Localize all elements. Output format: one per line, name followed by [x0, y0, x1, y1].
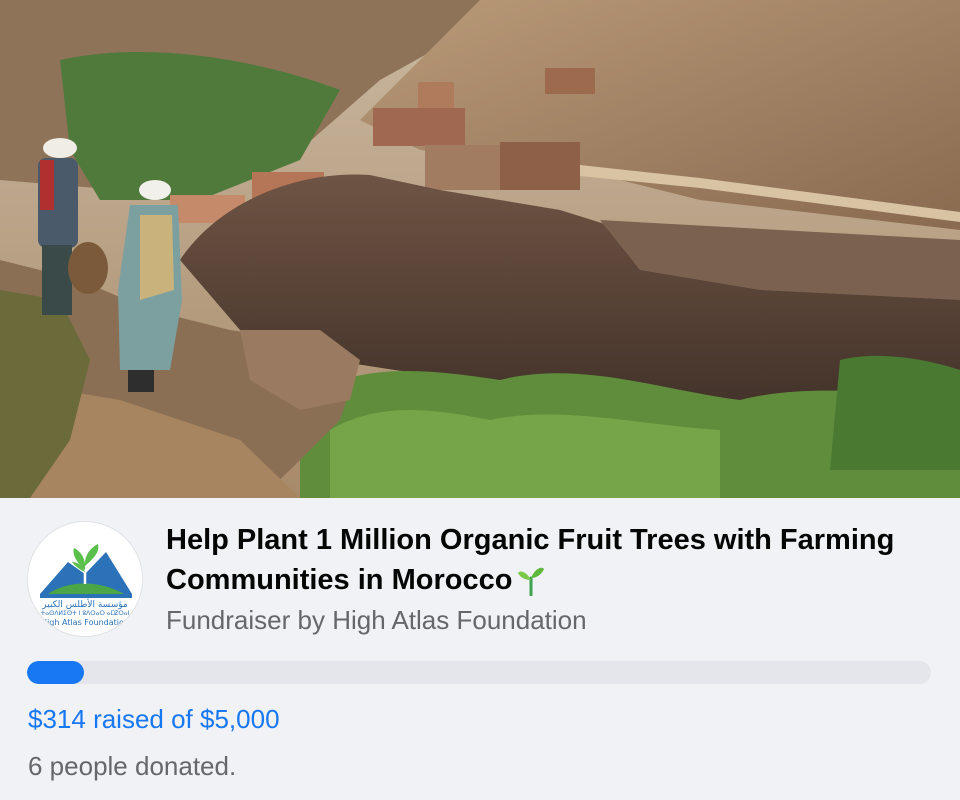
logo-tifinagh-text: ⵜⴰⵙⴷⵍⵉⵙⵜ ⵏ ⵓⴷⵔⴰⵔ ⴰⵎⵇⵔⴰⵏ — [40, 610, 130, 617]
organization-logo[interactable]: مؤسسة الأطلس الكبير ⵜⴰⵙⴷⵍⵉⵙⵜ ⵏ ⵓⴷⵔⴰⵔ ⴰⵎⵇ… — [28, 522, 142, 636]
byline-prefix: Fundraiser by — [166, 605, 333, 635]
logo-arabic-text: مؤسسة الأطلس الكبير — [42, 600, 128, 610]
donor-count[interactable]: 6 people donated. — [28, 750, 236, 782]
cover-photo[interactable] — [0, 0, 960, 498]
organizer-link[interactable]: High Atlas Foundation — [332, 605, 586, 635]
progress-bar-fill — [27, 661, 84, 684]
mountain-village-photo — [0, 0, 960, 498]
amount-raised: $314 raised of $5,000 — [28, 704, 280, 734]
fundraiser-progress-bar — [27, 661, 931, 684]
fundraiser-byline: Fundraiser by High Atlas Foundation — [166, 604, 587, 636]
fundraiser-title[interactable]: Help Plant 1 Million Organic Fruit Trees… — [166, 520, 906, 607]
fundraiser-card: مؤسسة الأطلس الكبير ⵜⴰⵙⴷⵍⵉⵙⵜ ⵏ ⵓⴷⵔⴰⵔ ⴰⵎⵇ… — [0, 0, 960, 800]
logo-english-text: High Atlas Foundation — [41, 618, 129, 627]
seedling-icon — [516, 564, 546, 607]
